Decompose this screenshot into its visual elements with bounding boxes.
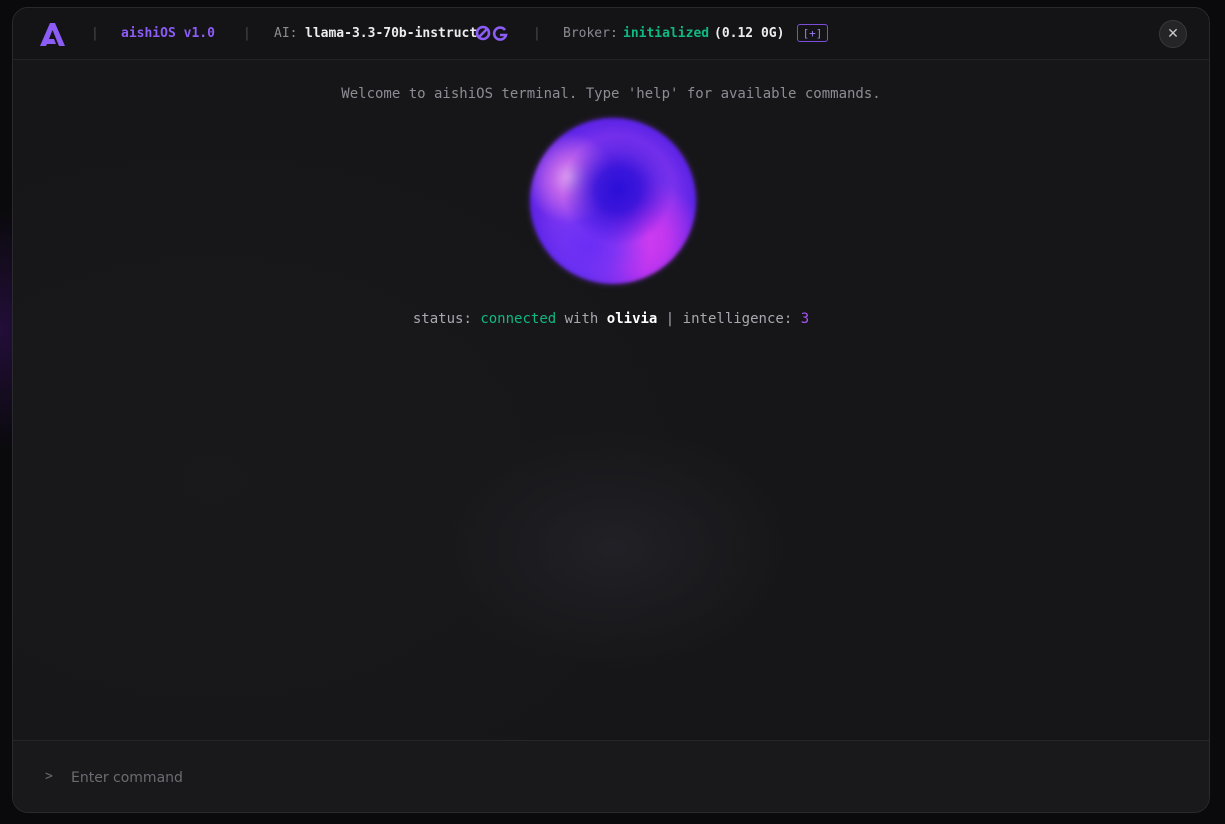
broker-status: initialized xyxy=(623,26,710,41)
with-label: with xyxy=(564,311,599,327)
terminal-window: | aishiOS v1.0 | AI: llama-3.3-70b-instr… xyxy=(12,7,1210,813)
status-line: status: connected with olivia | intellig… xyxy=(13,310,1209,328)
intelligence-value: 3 xyxy=(800,311,810,327)
close-button[interactable]: ✕ xyxy=(1159,20,1187,48)
command-input[interactable] xyxy=(69,763,1173,793)
welcome-message: Welcome to aishiOS terminal. Type 'help'… xyxy=(341,86,881,102)
model-name[interactable]: llama-3.3-70b-instruct xyxy=(305,25,477,43)
broker-label: Broker: xyxy=(563,26,618,41)
prompt-symbol: > xyxy=(45,769,53,784)
agent-name: olivia xyxy=(606,311,658,327)
broker-balance: (0.12 0G) xyxy=(714,26,785,41)
close-icon: ✕ xyxy=(1167,26,1179,42)
header-separator: | xyxy=(243,26,251,41)
0g-logo-icon xyxy=(475,25,508,41)
add-funds-button[interactable]: [+] xyxy=(797,24,828,42)
status-label: status: xyxy=(412,311,472,327)
ai-label: AI: xyxy=(274,26,298,41)
command-bar: > xyxy=(13,740,1209,812)
terminal-header: | aishiOS v1.0 | AI: llama-3.3-70b-instr… xyxy=(13,8,1209,60)
intelligence-label: intelligence: xyxy=(682,311,793,327)
agent-orb xyxy=(530,118,696,284)
status-divider: | xyxy=(665,311,675,327)
status-value: connected xyxy=(480,311,557,327)
aishios-logo-icon xyxy=(40,23,65,46)
header-separator: | xyxy=(533,26,541,41)
header-separator: | xyxy=(91,26,99,41)
app-version: aishiOS v1.0 xyxy=(121,26,215,41)
